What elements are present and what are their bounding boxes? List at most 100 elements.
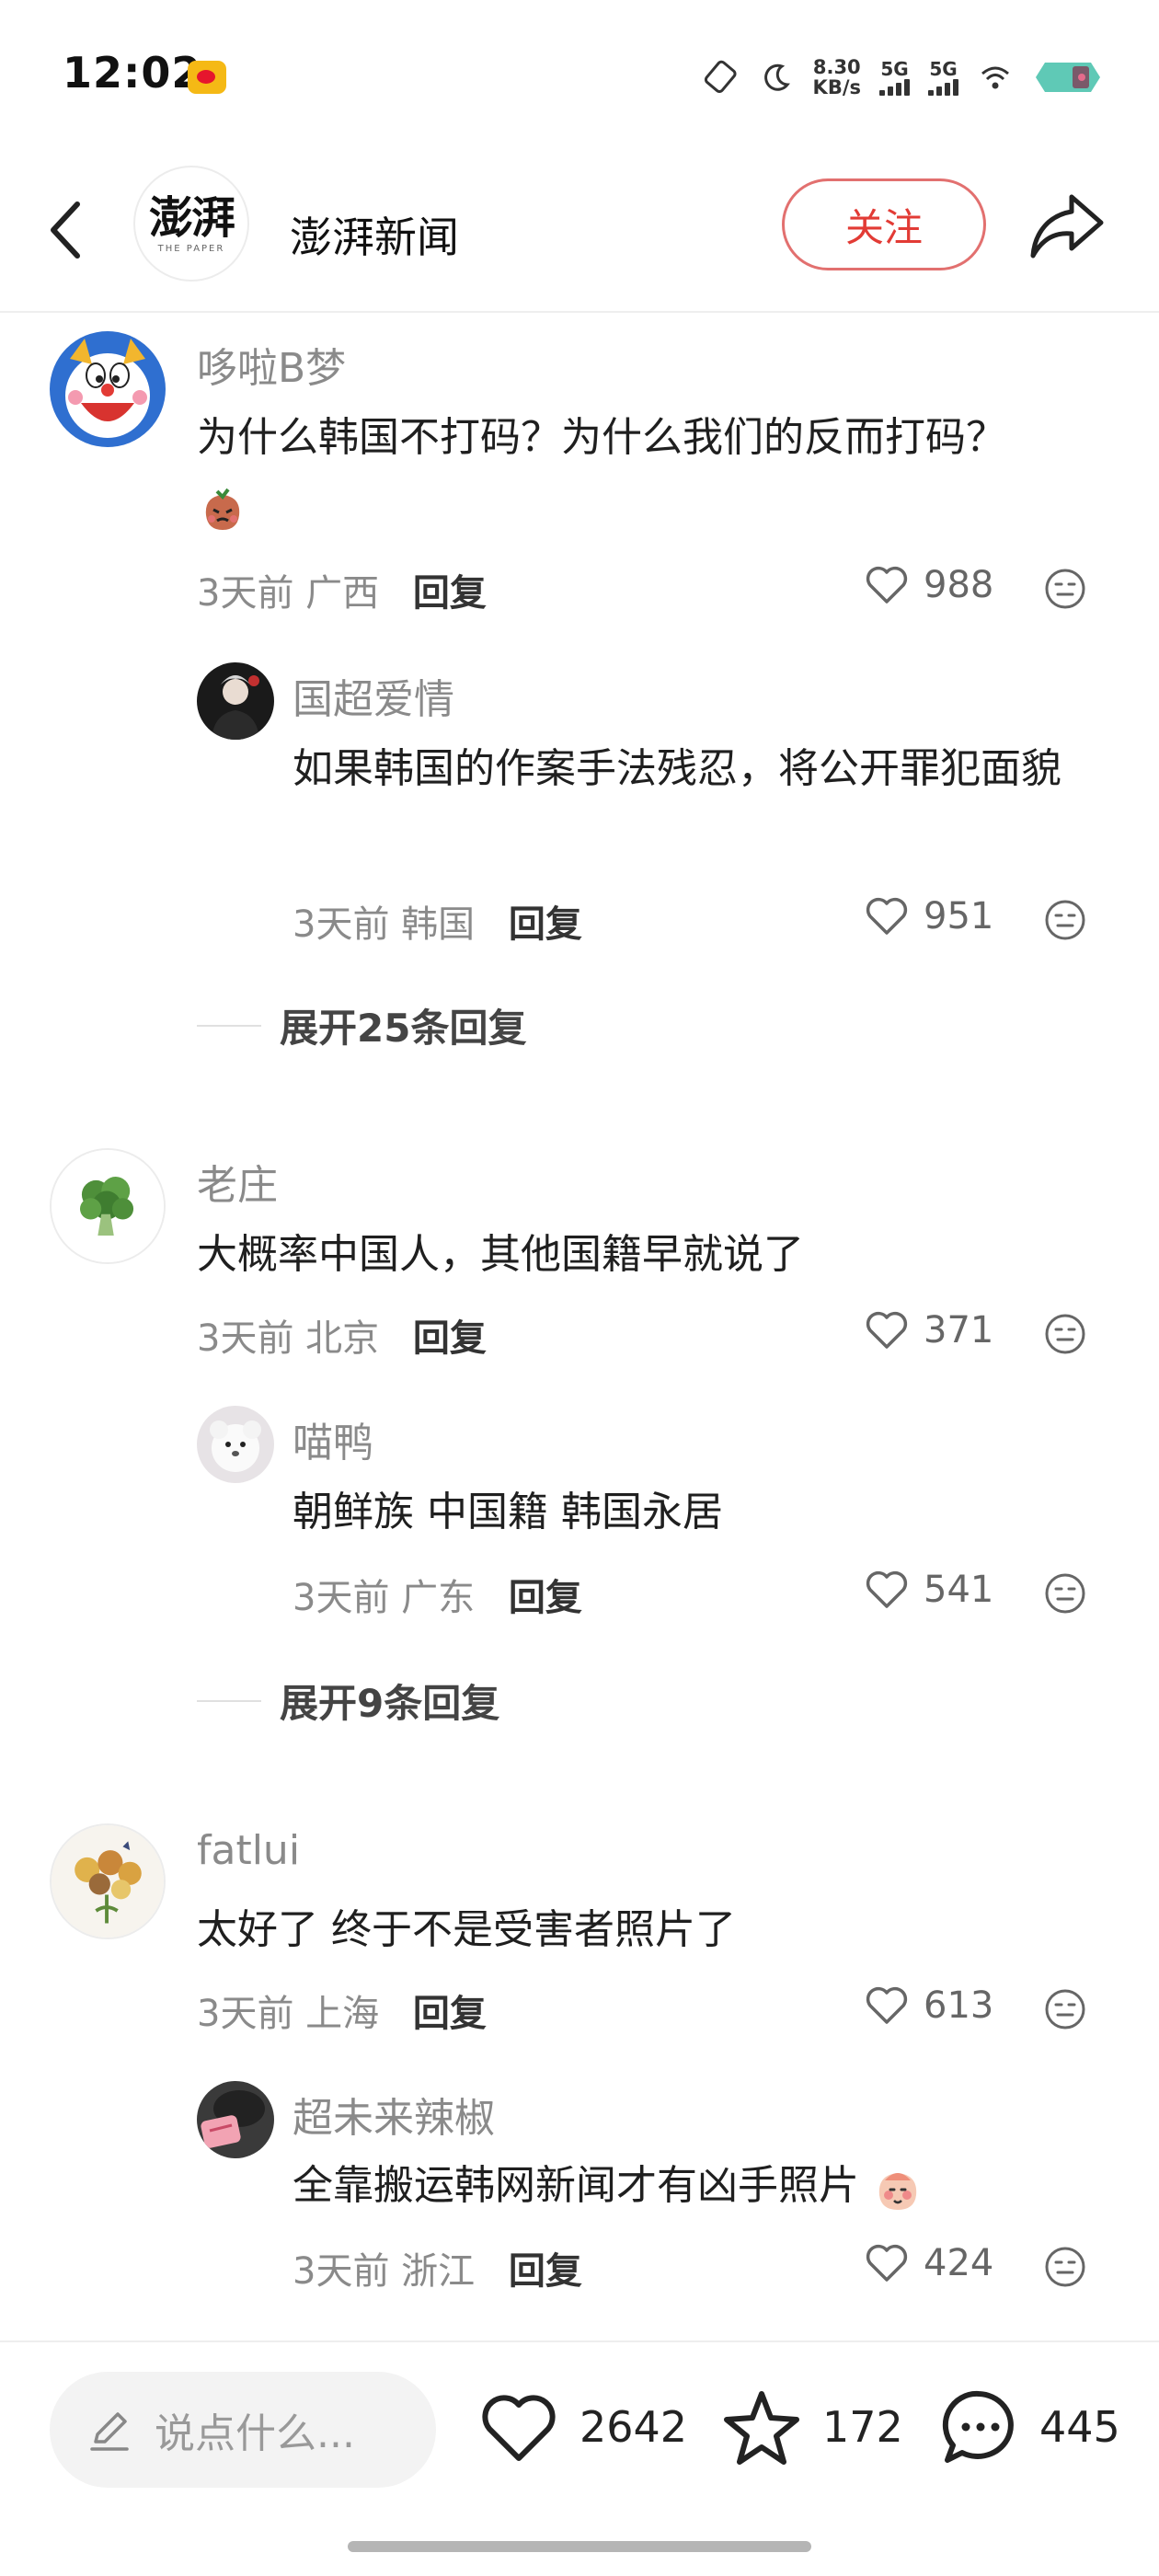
network-speed-unit: KB/s [812, 76, 861, 98]
expand-replies-button[interactable]: 展开25条回复 [197, 997, 526, 1053]
favorite-button[interactable]: 172 [717, 2383, 903, 2471]
heart-outline-icon [866, 1570, 908, 1608]
like-count: 988 [924, 564, 994, 606]
reply-time: 3天前 [293, 903, 390, 946]
reply-time: 3天前 [293, 2250, 390, 2293]
comment-username[interactable]: fatlui [197, 1827, 300, 1874]
reply-button[interactable]: 回复 [509, 903, 582, 946]
comment-time: 3天前 [197, 1317, 294, 1360]
follow-button[interactable]: 关注 [782, 178, 986, 270]
sim1-signal: 5G [879, 59, 910, 96]
comment-input[interactable]: 说点什么... [50, 2372, 436, 2488]
reply-button[interactable]: 回复 [413, 572, 487, 615]
account-avatar-logo[interactable]: 澎湃 THE PAPER [133, 166, 249, 282]
expand-replies-button[interactable]: 展开9条回复 [197, 1673, 499, 1729]
status-bar: 12:02 8.30 KB/s 5G 5G [0, 0, 1159, 147]
back-arrow-icon[interactable] [40, 193, 96, 267]
reply-text: 朝鲜族 中国籍 韩国永居 [293, 1489, 723, 1535]
chat-bubble-icon [942, 2390, 1014, 2463]
user-avatar[interactable] [50, 1148, 166, 1264]
reply-text: 如果韩国的作案手法残忍，将公开罪犯面貌 [293, 745, 1061, 792]
star-outline-icon [724, 2391, 799, 2465]
expand-replies-label: 展开25条回复 [280, 1006, 527, 1051]
comment-text: 为什么韩国不打码？为什么我们的反而打码？ [197, 403, 1107, 543]
heart-outline-icon [866, 566, 908, 604]
favorite-count: 172 [822, 2402, 903, 2452]
like-count: 424 [924, 2242, 994, 2284]
logo-text: 澎湃 [148, 191, 235, 244]
comment-meta: 3天前 广西 回复 [197, 563, 487, 616]
share-icon[interactable] [1026, 184, 1108, 267]
comments-button[interactable]: 445 [935, 2383, 1120, 2471]
comment-username[interactable]: 老庄 [197, 1152, 278, 1211]
user-avatar[interactable] [50, 331, 166, 447]
do-not-disturb-moon-icon [763, 63, 790, 91]
broccoli-avatar-icon [52, 1150, 164, 1262]
dislike-face-icon[interactable] [1043, 1312, 1087, 1356]
reply-button[interactable]: 回复 [509, 1577, 582, 1619]
comment-meta: 3天前 上海 回复 [197, 1984, 487, 2037]
reply-text: 全靠搬运韩网新闻才有凶手照片 [293, 2151, 1111, 2221]
reply-location: 浙江 [401, 2250, 476, 2293]
reply-user-avatar[interactable] [197, 662, 274, 740]
like-button[interactable]: 988 [863, 561, 993, 609]
reply-time: 3天前 [293, 1577, 390, 1619]
angry-face-emoji-icon [205, 488, 240, 530]
comment-text: 大概率中国人，其他国籍早就说了 [197, 1231, 804, 1278]
comment-time: 3天前 [197, 1993, 294, 2035]
like-button[interactable]: 951 [863, 892, 993, 940]
status-time: 12:02 [63, 48, 202, 98]
like-button[interactable]: 541 [863, 1566, 993, 1614]
wifi-icon [981, 66, 1009, 89]
flower-illustration-avatar-icon [52, 1825, 164, 1938]
reply-username[interactable]: 喵鸭 [293, 1409, 373, 1468]
reply-location: 韩国 [401, 903, 476, 946]
network-speed: 8.30 KB/s [813, 57, 861, 98]
reply-meta: 3天前 广东 回复 [293, 1568, 582, 1621]
like-button[interactable]: 371 [863, 1306, 993, 1354]
article-like-button[interactable]: 2642 [475, 2383, 687, 2471]
status-icons: 8.30 KB/s 5G 5G [703, 50, 1104, 105]
like-button[interactable]: 613 [863, 1982, 993, 2030]
like-count: 371 [924, 1309, 994, 1351]
comment-location: 北京 [305, 1317, 380, 1360]
like-count: 951 [924, 895, 994, 937]
like-button[interactable]: 424 [863, 2239, 993, 2287]
sim2-signal: 5G [928, 59, 958, 96]
reply-username[interactable]: 超未来辣椒 [293, 2085, 495, 2144]
comment-location: 上海 [305, 1993, 380, 2035]
doraemon-avatar-icon [50, 331, 166, 447]
sim2-label: 5G [929, 58, 958, 80]
account-name[interactable]: 澎湃新闻 [290, 204, 459, 265]
comment-username[interactable]: 哆啦B梦 [197, 335, 346, 394]
dislike-face-icon[interactable] [1043, 1987, 1087, 2031]
bottom-action-bar: 说点什么... 2642 172 445 [0, 2340, 1159, 2488]
reply-username[interactable]: 国超爱情 [293, 666, 454, 725]
comment-time: 3天前 [197, 572, 294, 615]
like-count: 541 [924, 1569, 994, 1611]
comment-meta: 3天前 北京 回复 [197, 1308, 487, 1362]
dislike-face-icon[interactable] [1043, 1571, 1087, 1616]
comment-list[interactable]: 哆啦B梦 为什么韩国不打码？为什么我们的反而打码？ 3天前 广西 回复 988 [0, 315, 1159, 2339]
reply-location: 广东 [401, 1577, 476, 1619]
user-avatar[interactable] [50, 1823, 166, 1939]
heart-outline-icon [866, 1986, 908, 2024]
home-indicator[interactable] [348, 2541, 811, 2552]
heart-outline-icon [866, 1311, 908, 1349]
reply-meta: 3天前 韩国 回复 [293, 894, 582, 948]
reply-user-avatar[interactable] [197, 2081, 274, 2158]
weibo-notification-icon [188, 61, 226, 94]
user-photo-avatar-icon [197, 2081, 274, 2158]
dislike-face-icon[interactable] [1043, 2245, 1087, 2289]
reply-user-avatar[interactable] [197, 1406, 274, 1483]
dislike-face-icon[interactable] [1043, 567, 1087, 611]
sim1-label: 5G [880, 58, 909, 80]
like-count: 613 [924, 1984, 994, 2027]
reply-button[interactable]: 回复 [509, 2250, 582, 2293]
reply-text-content: 全靠搬运韩网新闻才有凶手照片 [293, 2162, 859, 2209]
rotation-lock-icon [704, 60, 737, 94]
dislike-face-icon[interactable] [1043, 898, 1087, 942]
reply-button[interactable]: 回复 [413, 1317, 487, 1360]
reply-button[interactable]: 回复 [413, 1993, 487, 2035]
pencil-icon [90, 2412, 129, 2451]
